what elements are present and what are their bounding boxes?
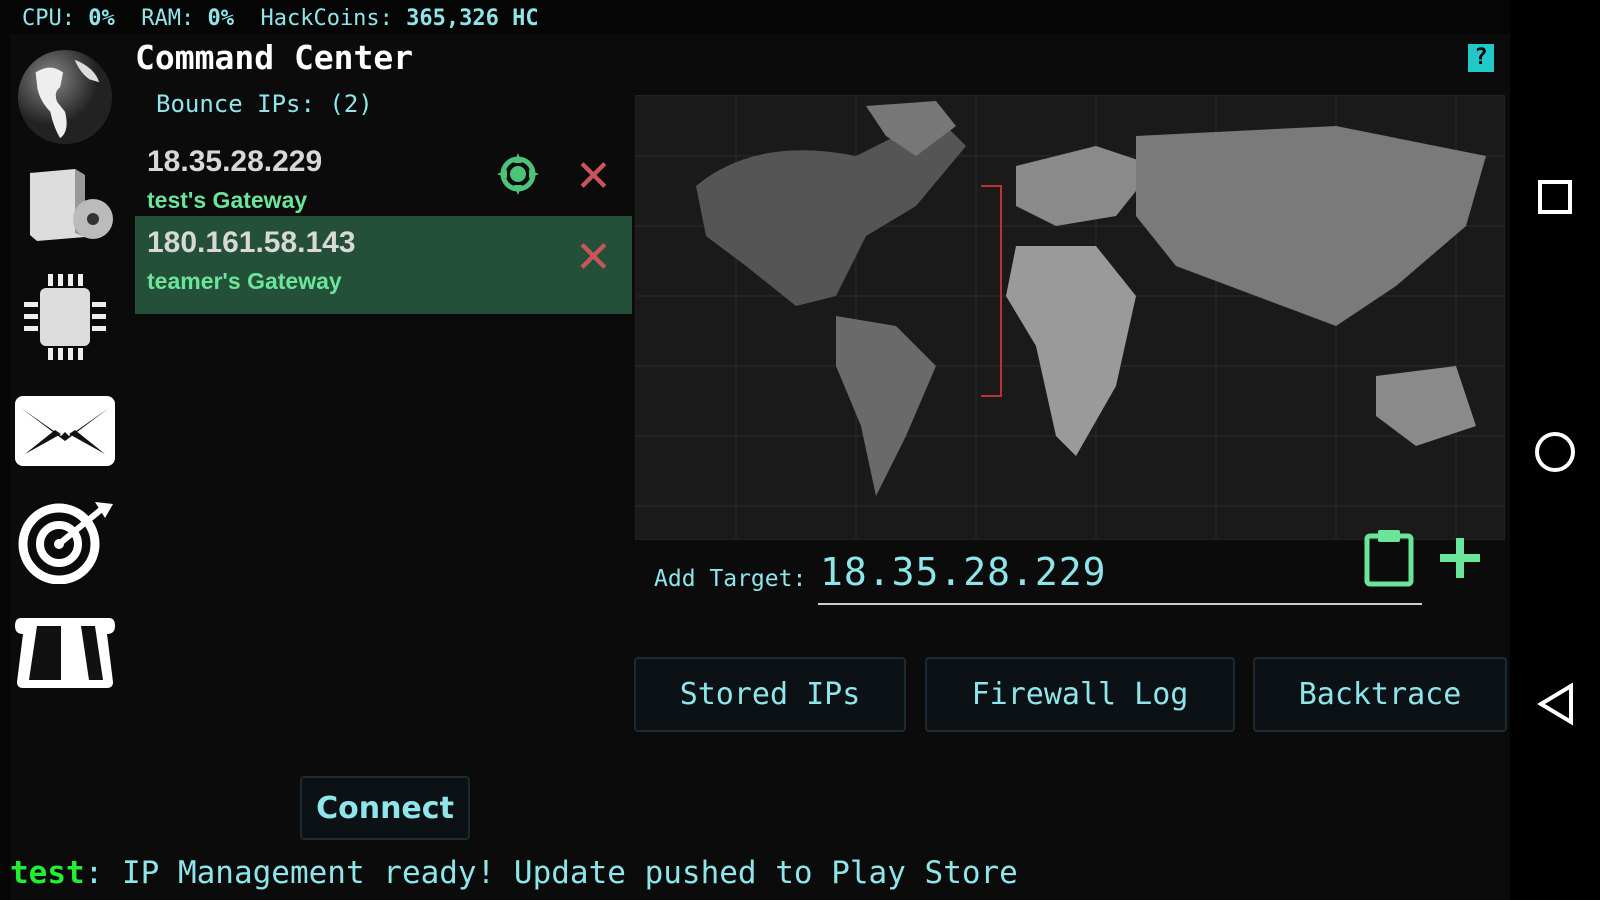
android-nav-bar [1510, 0, 1600, 900]
message-separator: : [84, 855, 104, 891]
resource-status-bar: CPU: 0% RAM: 0% HackCoins: 365,326 HC [22, 6, 539, 31]
message-text: IP Management ready! Update pushed to Pl… [103, 855, 1018, 891]
bounce-ip-name: test's Gateway [147, 187, 308, 213]
hackcoins-value: 365,326 HC [406, 6, 539, 31]
help-icon[interactable]: ? [1468, 44, 1494, 72]
target-icon[interactable] [15, 498, 115, 584]
bounce-ips-heading: Bounce IPs: (2) [156, 90, 373, 118]
home-icon[interactable] [1535, 432, 1575, 472]
bounce-ip-address: 18.35.28.229 [147, 145, 323, 178]
input-underline [818, 603, 1422, 605]
world-map[interactable] [635, 95, 1505, 540]
cpu-label: CPU: [22, 6, 75, 31]
firewall-log-button[interactable]: Firewall Log [925, 657, 1235, 732]
add-target-label: Add Target: [654, 566, 807, 592]
hackcoins-label: HackCoins: [260, 6, 393, 31]
mail-icon[interactable] [15, 396, 115, 466]
message-line: test: IP Management ready! Update pushed… [10, 855, 1018, 891]
backtrace-button[interactable]: Backtrace [1253, 657, 1507, 732]
bounce-ip-row-selected[interactable]: 180.161.58.143 teamer's Gateway ✕ [135, 216, 632, 314]
bounce-ip-address: 180.161.58.143 [147, 226, 356, 259]
add-icon[interactable] [1438, 536, 1482, 584]
crosshair-icon[interactable] [495, 151, 541, 201]
delete-icon[interactable]: ✕ [575, 236, 612, 280]
software-box-icon[interactable] [15, 165, 115, 247]
clipboard-icon[interactable] [1363, 526, 1415, 592]
delete-icon[interactable]: ✕ [575, 155, 612, 199]
add-target-input[interactable]: 18.35.28.229 [820, 550, 1107, 594]
store-icon[interactable] [15, 614, 115, 690]
ram-label: RAM: [141, 6, 195, 31]
stored-ips-button[interactable]: Stored IPs [634, 657, 906, 732]
page-title: Command Center [135, 38, 414, 77]
back-icon[interactable] [1535, 682, 1577, 726]
message-user: test [10, 855, 85, 891]
connect-button[interactable]: Connect [300, 776, 470, 840]
recents-icon[interactable] [1538, 180, 1572, 214]
cpu-value: 0% [88, 6, 115, 31]
cpu-chip-icon[interactable] [15, 272, 115, 362]
bounce-ip-name: teamer's Gateway [147, 268, 342, 294]
ram-value: 0% [207, 6, 234, 31]
globe-icon[interactable] [15, 48, 115, 146]
